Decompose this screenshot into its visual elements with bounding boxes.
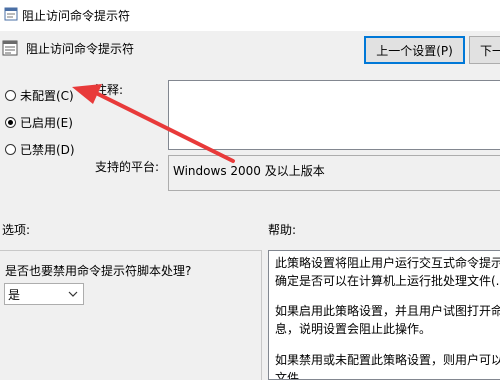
policy-setting-icon: [2, 40, 18, 56]
radio-label: 已禁用(D): [20, 143, 75, 157]
platform-value: Windows 2000 及以上版本: [168, 155, 500, 191]
help-paragraph: 如果启用此策略设置，并且用户试图打开命令 息，说明设置会阻止此操作。: [275, 304, 500, 336]
help-panel: 此策略设置将阻止用户运行交互式命令提示符 确定是否可以在计算机上运行批处理文件(…: [268, 250, 500, 380]
script-processing-question: 是否也要禁用命令提示符脚本处理?: [5, 264, 192, 278]
radio-label: 已启用(E): [20, 116, 73, 130]
help-label: 帮助:: [268, 223, 297, 237]
radio-button[interactable]: [5, 117, 16, 128]
radio-label: 未配置(C): [20, 89, 74, 103]
help-paragraph: 此策略设置将阻止用户运行交互式命令提示符 确定是否可以在计算机上运行批处理文件(…: [275, 256, 500, 288]
title-bar: 阻止访问命令提示符: [0, 0, 500, 31]
dropdown-selected-value: 是: [8, 287, 21, 302]
comment-label: 注释:: [95, 83, 124, 97]
radio-not-configured[interactable]: 未配置(C): [5, 87, 74, 104]
next-setting-button[interactable]: 下一: [469, 36, 500, 64]
comment-textarea[interactable]: [168, 80, 500, 150]
window-title: 阻止访问命令提示符: [22, 9, 131, 23]
radio-button[interactable]: [5, 90, 16, 101]
platform-label: 支持的平台:: [95, 160, 160, 174]
radio-disabled[interactable]: 已禁用(D): [5, 141, 75, 158]
previous-setting-button[interactable]: 上一个设置(P): [364, 36, 465, 64]
script-processing-dropdown[interactable]: 是: [4, 283, 84, 305]
policy-setting-icon: [4, 7, 18, 21]
radio-enabled[interactable]: 已启用(E): [5, 114, 73, 131]
radio-button[interactable]: [5, 144, 16, 155]
setting-title: 阻止访问命令提示符: [26, 42, 135, 56]
help-paragraph: 如果禁用或未配置此策略设置，则用户可以正 文件。: [275, 353, 500, 380]
options-label: 选项:: [2, 223, 31, 237]
chevron-down-icon: [68, 291, 78, 297]
